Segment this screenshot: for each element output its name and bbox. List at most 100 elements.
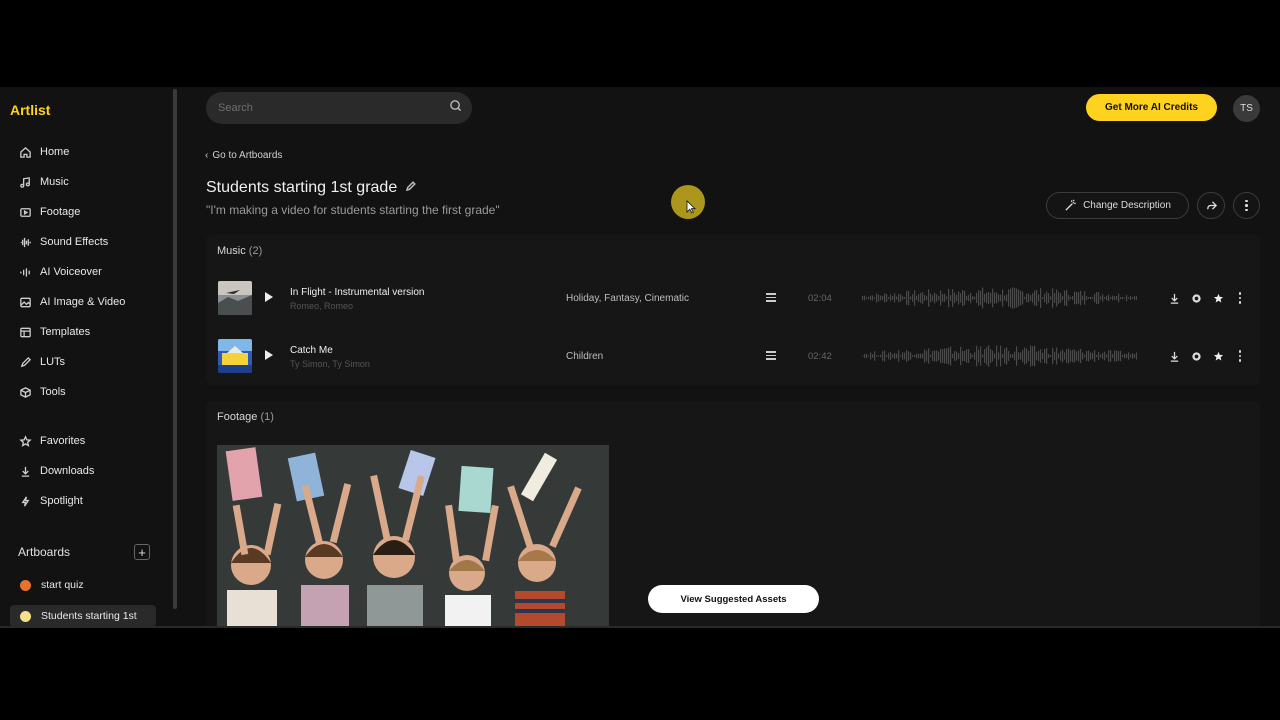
sidebar-item-label: Sound Effects <box>40 236 109 248</box>
sidebar-item-label: Templates <box>40 326 91 338</box>
sidebar-item-sound-effects[interactable]: Sound Effects <box>18 231 168 253</box>
sidebar-item-music[interactable]: Music <box>18 171 168 193</box>
sound-wave-icon <box>18 235 32 249</box>
sidebar-item-label: Music <box>40 176 69 188</box>
artboard-label: Students starting 1st <box>41 610 137 622</box>
music-heading-label: Music <box>217 245 246 257</box>
kebab-menu-icon[interactable] <box>1232 290 1248 306</box>
plus-icon[interactable]: + <box>134 544 150 560</box>
search-bar[interactable] <box>206 92 472 124</box>
artboards-header: Artboards + <box>18 543 150 561</box>
pen-icon <box>18 355 32 369</box>
page-title: Students starting 1st grade <box>206 179 417 197</box>
track-artist[interactable]: Ty Simon, Ty Simon <box>290 359 370 369</box>
artlist-logo[interactable]: Artlist <box>10 102 50 118</box>
magic-wand-icon <box>1064 199 1077 212</box>
download-icon <box>18 464 32 478</box>
similar-search-icon[interactable] <box>1188 290 1204 306</box>
artboard-description: "I'm making a video for students startin… <box>206 203 500 217</box>
similar-search-icon[interactable] <box>1188 348 1204 364</box>
spotlight-icon <box>18 494 32 508</box>
back-to-artboards-link[interactable]: ‹ Go to Artboards <box>205 150 282 161</box>
lyrics-menu-icon[interactable] <box>766 351 776 362</box>
star-icon[interactable] <box>1210 290 1226 306</box>
bottom-divider <box>0 626 1280 628</box>
sidebar-scrollbar[interactable] <box>173 89 177 609</box>
artboard-item-students[interactable]: Students starting 1st <box>10 605 156 627</box>
footage-thumbnail[interactable] <box>217 445 609 626</box>
sidebar-item-ai-image-video[interactable]: AI Image & Video <box>18 291 168 313</box>
edit-pencil-icon[interactable] <box>397 179 417 197</box>
play-icon[interactable] <box>265 292 273 302</box>
share-arrow-icon <box>1205 199 1218 212</box>
app-window: Artlist Home Music Footage Sound Effects… <box>0 87 1280 628</box>
view-suggested-assets-button[interactable]: View Suggested Assets <box>648 585 819 613</box>
track-row[interactable]: In Flight - Instrumental version Romeo, … <box>206 273 1260 323</box>
sidebar-item-spotlight[interactable]: Spotlight <box>18 490 168 512</box>
sidebar-item-downloads[interactable]: Downloads <box>18 460 168 482</box>
sidebar-item-templates[interactable]: Templates <box>18 321 168 343</box>
image-icon <box>18 295 32 309</box>
track-tags[interactable]: Children <box>566 351 603 362</box>
sidebar-item-footage[interactable]: Footage <box>18 201 168 223</box>
sidebar-item-label: Spotlight <box>40 495 83 507</box>
track-actions <box>1166 348 1254 364</box>
artboard-color-dot <box>20 579 31 591</box>
track-cover-image <box>218 339 252 373</box>
music-note-icon <box>18 175 32 189</box>
page-title-text: Students starting 1st grade <box>206 179 398 196</box>
change-description-button[interactable]: Change Description <box>1046 192 1189 219</box>
search-icon[interactable] <box>449 99 462 117</box>
artboards-heading: Artboards <box>18 545 71 559</box>
share-button[interactable] <box>1197 192 1225 219</box>
lyrics-menu-icon[interactable] <box>766 293 776 304</box>
footage-count: (1) <box>260 411 274 423</box>
music-section-heading: Music (2) <box>217 245 262 257</box>
sidebar-item-label: LUTs <box>40 356 66 368</box>
track-tags[interactable]: Holiday, Fantasy, Cinematic <box>566 293 689 304</box>
more-options-button[interactable] <box>1233 192 1260 219</box>
track-artist[interactable]: Romeo, Romeo <box>290 301 353 311</box>
get-ai-credits-button[interactable]: Get More AI Credits <box>1086 94 1217 121</box>
chevron-left-icon: ‹ <box>205 150 209 161</box>
download-icon[interactable] <box>1166 290 1182 306</box>
sidebar-item-tools[interactable]: Tools <box>18 381 168 403</box>
track-title[interactable]: Catch Me <box>290 345 333 356</box>
track-title[interactable]: In Flight - Instrumental version <box>290 287 425 298</box>
play-icon[interactable] <box>265 350 273 360</box>
footage-section-heading: Footage (1) <box>217 411 274 423</box>
track-waveform[interactable] <box>862 343 1137 369</box>
sidebar-item-ai-voiceover[interactable]: AI Voiceover <box>18 261 168 283</box>
music-count: (2) <box>248 245 263 257</box>
artboard-item-start-quiz[interactable]: start quiz <box>10 574 156 596</box>
artboard-color-dot <box>20 610 31 622</box>
artboard-label: start quiz <box>41 579 84 591</box>
track-row[interactable]: Catch Me Ty Simon, Ty Simon Children 02:… <box>206 331 1260 381</box>
sidebar-item-label: Favorites <box>40 435 86 447</box>
avatar[interactable]: TS <box>1233 95 1260 122</box>
track-waveform[interactable] <box>862 285 1137 311</box>
sidebar-item-label: Footage <box>40 206 81 218</box>
sidebar-item-favorites[interactable]: Favorites <box>18 430 168 452</box>
film-icon <box>18 205 32 219</box>
track-actions <box>1166 290 1254 306</box>
sidebar-item-home[interactable]: Home <box>18 141 168 163</box>
change-description-label: Change Description <box>1083 200 1171 211</box>
track-duration: 02:04 <box>808 293 832 304</box>
download-icon[interactable] <box>1166 348 1182 364</box>
sidebar-item-label: Home <box>40 146 70 158</box>
track-cover-image <box>218 281 252 315</box>
voice-bars-icon <box>18 265 32 279</box>
sidebar-item-label: AI Voiceover <box>40 266 102 278</box>
footage-heading-label: Footage <box>217 411 258 423</box>
template-icon <box>18 325 32 339</box>
music-section: Music (2) In Flight - Instrumental versi… <box>206 235 1260 385</box>
back-link-label: Go to Artboards <box>212 150 283 161</box>
sidebar-item-label: Tools <box>40 386 66 398</box>
sidebar-item-label: AI Image & Video <box>40 296 126 308</box>
search-input[interactable] <box>216 101 449 115</box>
sidebar: Artlist Home Music Footage Sound Effects… <box>0 87 178 628</box>
kebab-menu-icon[interactable] <box>1232 348 1248 364</box>
sidebar-item-luts[interactable]: LUTs <box>18 351 168 373</box>
star-icon[interactable] <box>1210 348 1226 364</box>
